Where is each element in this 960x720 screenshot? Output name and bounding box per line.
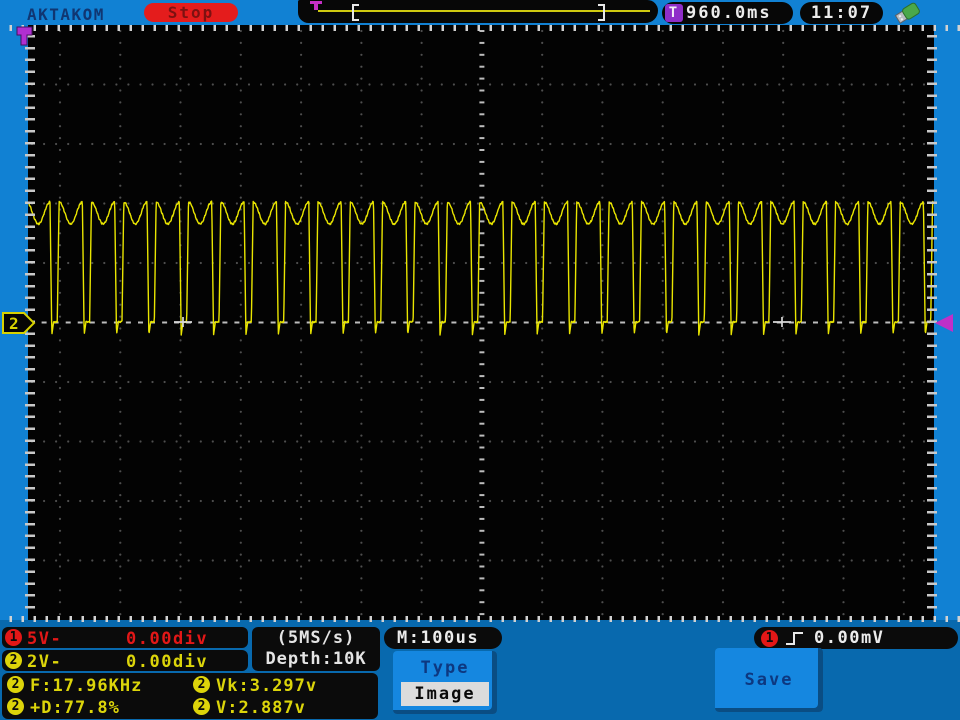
channel1-info-box: 1 5V- 0.00div [2, 627, 248, 649]
channel2-badge: 2 [5, 652, 22, 669]
brand-logo: AKTAKOM [27, 5, 105, 24]
bottom-ruler-ticks [0, 616, 960, 622]
measurement-duty-badge: 2 [7, 698, 24, 715]
measurement-duty: +D:77.8% [30, 698, 120, 718]
channel1-offset: 0.00div [126, 629, 209, 649]
run-state-badge: Stop [144, 3, 238, 22]
channel2-marker-label: 2 [9, 314, 19, 333]
display-graticule [27, 25, 935, 620]
rising-edge-icon [786, 632, 803, 645]
channel2-position-marker: 2 [2, 312, 36, 334]
trigger-horizontal-flag-icon [16, 26, 33, 46]
timebase-pill: M:100us [384, 627, 502, 649]
trigger-level-arrow-icon [935, 314, 953, 332]
measurements-box: 2 F:17.96KHz 2 Vk:3.297v 2 +D:77.8% 2 V:… [2, 673, 378, 719]
top-ruler-ticks [0, 25, 960, 31]
type-menu-button[interactable]: Type Image [393, 651, 497, 714]
trigger-level-value: 0.00mV [814, 628, 885, 648]
type-menu-label: Type [420, 658, 470, 678]
sample-rate: (5MS/s) [276, 628, 356, 648]
measurement-vk-badge: 2 [193, 676, 210, 693]
trigger-time-pill: T 960.0ms [662, 2, 793, 24]
measurement-vk: Vk:3.297v [216, 676, 318, 696]
usb-drive-icon [894, 2, 920, 24]
measurement-v: V:2.887v [216, 698, 306, 718]
trigger-source-badge: 1 [761, 629, 778, 647]
trigger-position-marker-icon [310, 1, 322, 10]
channel2-offset: 0.00div [126, 652, 209, 672]
trigger-t-icon: T [665, 4, 683, 22]
save-button-label: Save [744, 670, 794, 690]
channel2-info-box: 2 2V- 0.00div [2, 650, 248, 672]
measurement-frequency-badge: 2 [7, 676, 24, 693]
oscilloscope-screen: { "header": { "brand": "AKTAKOM", "run_s… [0, 0, 960, 720]
waveform-plot [27, 29, 935, 616]
channel1-scale: 5V- [27, 629, 63, 649]
acquisition-box: (5MS/s) Depth:10K [252, 627, 380, 671]
trigger-info-pill: 1 0.00mV [754, 627, 958, 649]
trigger-time-value: 960.0ms [686, 3, 772, 23]
measurement-v-badge: 2 [193, 698, 210, 715]
channel1-badge: 1 [5, 629, 22, 646]
channel2-scale: 2V- [27, 652, 63, 672]
record-depth: Depth:10K [265, 649, 367, 669]
measurement-frequency: F:17.96KHz [30, 676, 143, 696]
window-bracket-left-icon [352, 4, 359, 21]
clock: 11:07 [800, 2, 883, 24]
status-bar: 1 5V- 0.00div 2 2V- 0.00div 2 F:17.96KHz… [0, 620, 960, 720]
horizontal-position-bar [298, 0, 658, 23]
window-bracket-right-icon [598, 4, 605, 21]
type-menu-value: Image [401, 682, 489, 706]
save-button[interactable]: Save [715, 648, 823, 712]
